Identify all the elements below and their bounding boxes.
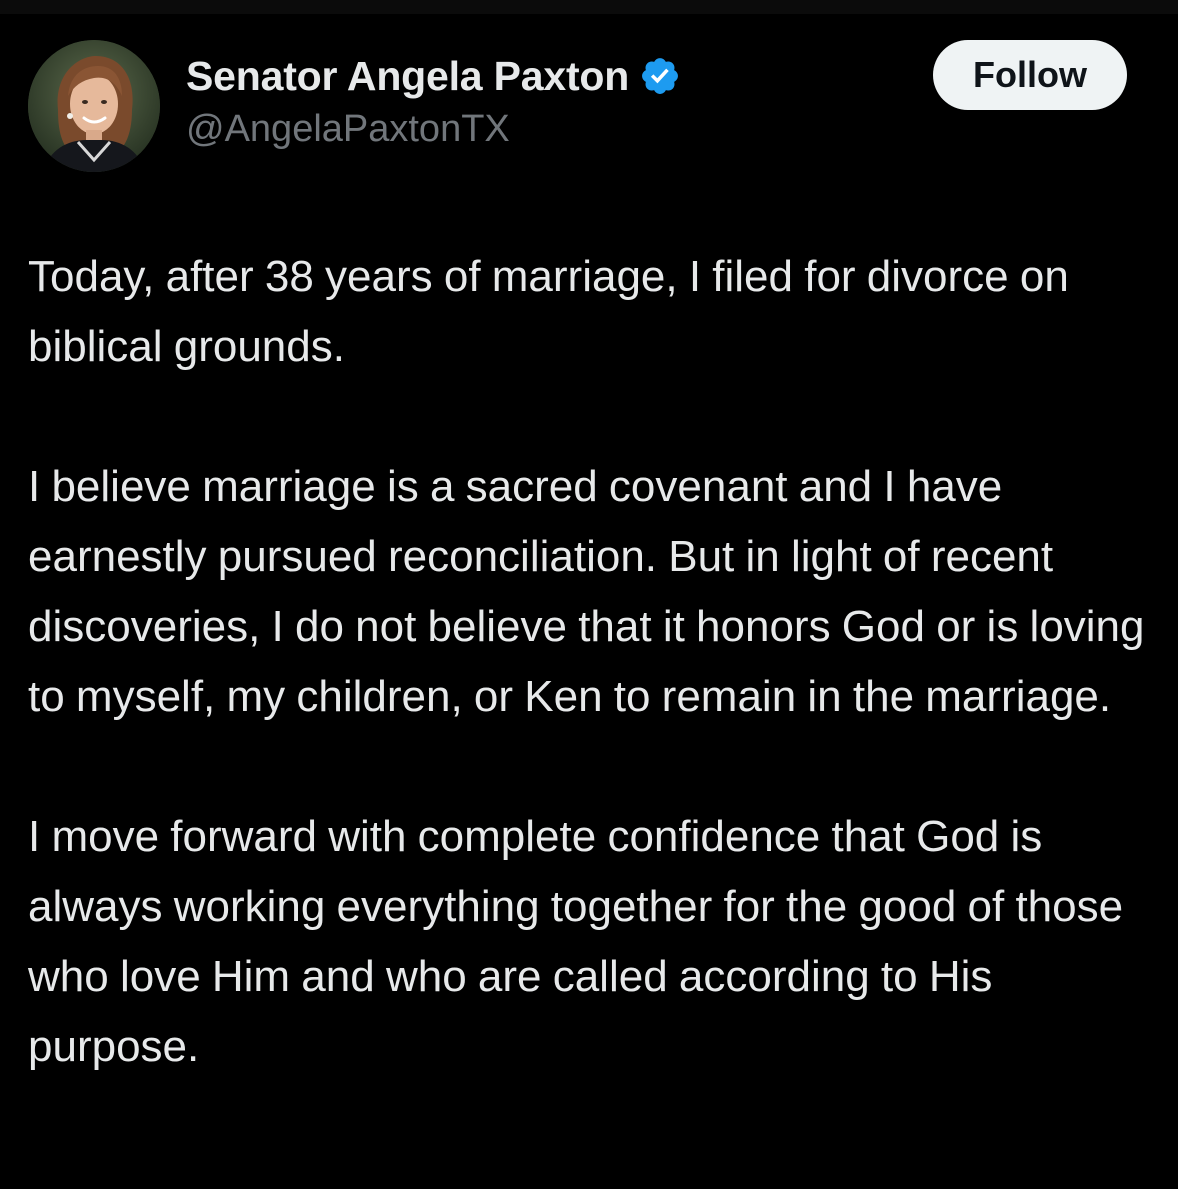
verified-badge-icon[interactable] — [639, 55, 681, 97]
tweet-card: Senator Angela Paxton @AngelaPaxtonTX Fo… — [0, 0, 1178, 1189]
tweet-paragraph-2: I believe marriage is a sacred covenant … — [28, 462, 1145, 721]
avatar[interactable] — [28, 40, 160, 172]
tweet-text: Today, after 38 years of marriage, I fil… — [28, 242, 1158, 1082]
tweet-paragraph-3: I move forward with complete confidence … — [28, 812, 1124, 1071]
follow-button[interactable]: Follow — [933, 40, 1127, 110]
tweet-paragraph-1: Today, after 38 years of marriage, I fil… — [28, 252, 1069, 371]
author-handle[interactable]: @AngelaPaxtonTX — [186, 108, 681, 151]
profile-photo-icon — [28, 40, 160, 172]
author-info: Senator Angela Paxton @AngelaPaxtonTX — [186, 52, 681, 151]
author-display-name[interactable]: Senator Angela Paxton — [186, 53, 629, 100]
name-row: Senator Angela Paxton — [186, 52, 681, 100]
